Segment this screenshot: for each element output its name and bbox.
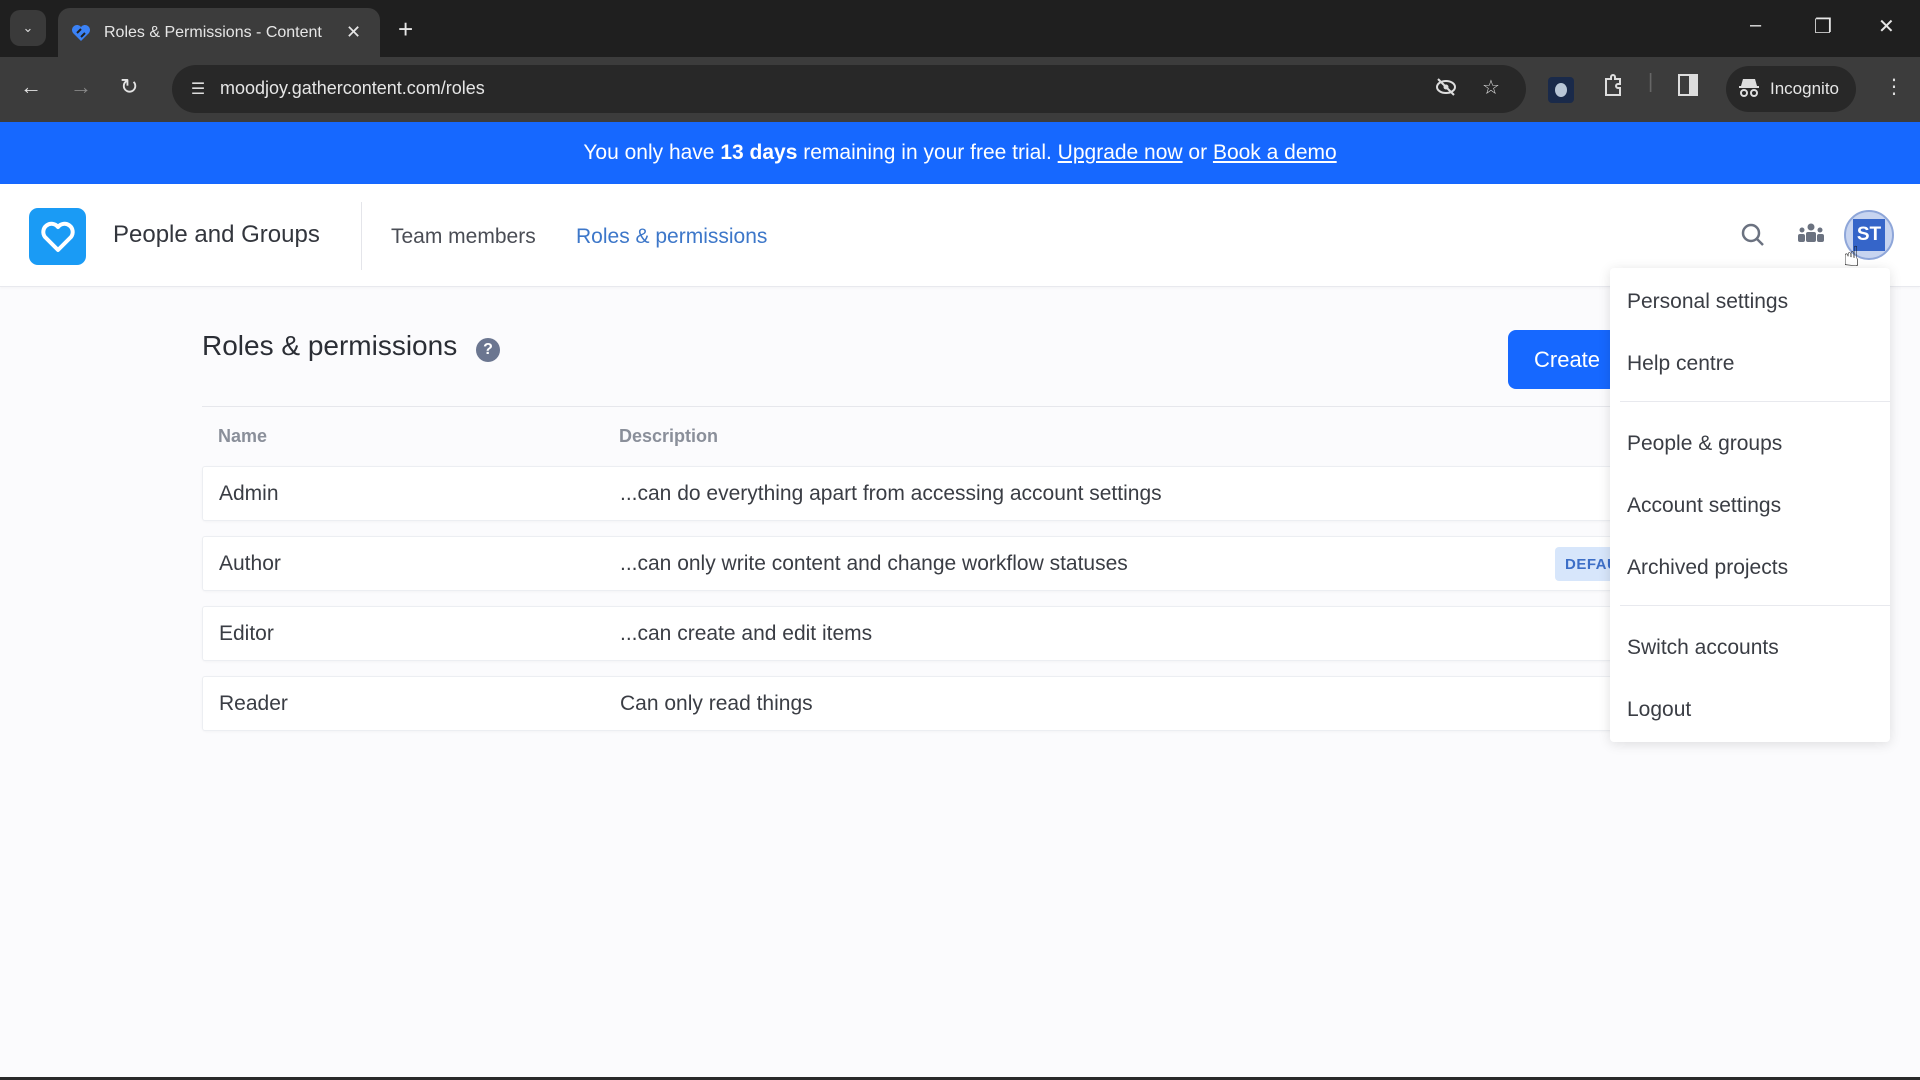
table-row[interactable]: Author ...can only write content and cha… <box>202 536 1647 591</box>
address-bar[interactable]: ☰ moodjoy.gathercontent.com/roles ☆ <box>172 65 1526 113</box>
back-icon[interactable]: ← <box>20 74 42 100</box>
site-info-icon[interactable]: ☰ <box>184 75 212 103</box>
people-groups-icon[interactable] <box>1797 222 1825 253</box>
role-description: ...can create and edit items <box>620 622 873 645</box>
forward-icon[interactable]: → <box>70 74 92 100</box>
browser-toolbar: ← → ↻ ☰ moodjoy.gathercontent.com/roles … <box>0 57 1920 122</box>
banner-prefix: You only have <box>583 141 721 164</box>
role-name: Editor <box>219 622 274 645</box>
header-divider <box>361 202 362 270</box>
app-section-title: People and Groups <box>113 221 320 248</box>
nav-roles-permissions[interactable]: Roles & permissions <box>576 225 767 249</box>
role-name: Author <box>219 552 281 575</box>
gathercontent-logo-icon[interactable] <box>29 208 86 265</box>
tab-search-button[interactable]: ⌄ <box>10 10 46 46</box>
side-panel-icon[interactable] <box>1678 74 1698 102</box>
column-header-name: Name <box>218 426 268 446</box>
menu-item-switch-accounts[interactable]: Switch accounts <box>1627 636 1779 660</box>
menu-item-account-settings[interactable]: Account settings <box>1627 494 1781 518</box>
incognito-label: Incognito <box>1770 79 1839 98</box>
upgrade-now-link[interactable]: Upgrade now <box>1058 141 1183 165</box>
url-text[interactable]: moodjoy.gathercontent.com/roles <box>220 78 485 99</box>
toolbar-divider: | <box>1648 71 1654 93</box>
browser-tab-strip: ⌄ Roles & Permissions - Content ✕ + – ❐ … <box>0 0 1920 57</box>
nav-team-members[interactable]: Team members <box>391 225 536 249</box>
eye-slash-icon[interactable] <box>1434 75 1458 105</box>
menu-separator <box>1620 401 1890 402</box>
role-description: ...can do everything apart from accessin… <box>620 482 1162 505</box>
menu-item-people-groups[interactable]: People & groups <box>1627 432 1782 456</box>
gathercontent-favicon-icon <box>70 24 92 42</box>
close-tab-icon[interactable]: ✕ <box>346 22 361 43</box>
table-divider <box>202 406 1622 407</box>
incognito-icon <box>1738 76 1760 103</box>
banner-or: or <box>1182 141 1213 164</box>
browser-tab-active[interactable]: Roles & Permissions - Content ✕ <box>58 8 380 57</box>
restore-icon[interactable]: ❐ <box>1814 14 1832 39</box>
reload-icon[interactable]: ↻ <box>120 74 138 100</box>
menu-item-help-centre[interactable]: Help centre <box>1627 352 1734 376</box>
hand-cursor-icon: ☝ <box>1843 241 1861 272</box>
browser-menu-icon[interactable]: ⋮ <box>1884 74 1904 99</box>
table-row[interactable]: Editor ...can create and edit items <box>202 606 1632 661</box>
user-dropdown-menu: Personal settings Help centre People & g… <box>1610 268 1890 742</box>
search-icon[interactable] <box>1740 222 1766 253</box>
extension-icon[interactable] <box>1548 77 1574 103</box>
chevron-down-icon: ⌄ <box>22 20 34 35</box>
table-row[interactable]: Admin ...can do everything apart from ac… <box>202 466 1632 521</box>
menu-item-archived-projects[interactable]: Archived projects <box>1627 556 1788 580</box>
menu-item-personal-settings[interactable]: Personal settings <box>1627 290 1788 314</box>
new-tab-icon[interactable]: + <box>398 14 413 45</box>
role-name: Admin <box>219 482 279 505</box>
menu-separator <box>1620 605 1890 606</box>
role-description: ...can only write content and change wor… <box>620 552 1128 575</box>
role-name: Reader <box>219 692 288 715</box>
menu-item-logout[interactable]: Logout <box>1627 698 1691 722</box>
tab-title: Roles & Permissions - Content <box>104 23 322 41</box>
banner-middle: remaining in your free trial. <box>797 141 1058 164</box>
trial-banner: You only have 13 days remaining in your … <box>0 122 1920 184</box>
bookmark-star-icon[interactable]: ☆ <box>1482 75 1500 100</box>
extensions-puzzle-icon[interactable] <box>1602 74 1624 104</box>
banner-days: 13 days <box>720 141 798 164</box>
incognito-indicator[interactable]: Incognito <box>1726 66 1856 112</box>
page-title: Roles & permissions <box>202 330 458 361</box>
role-description: Can only read things <box>620 692 813 715</box>
column-header-description: Description <box>619 426 719 446</box>
help-icon[interactable]: ? <box>476 338 500 362</box>
table-row[interactable]: Reader Can only read things <box>202 676 1632 731</box>
minimize-icon[interactable]: – <box>1750 14 1761 37</box>
close-window-icon[interactable]: ✕ <box>1878 14 1895 39</box>
book-demo-link[interactable]: Book a demo <box>1213 141 1337 165</box>
